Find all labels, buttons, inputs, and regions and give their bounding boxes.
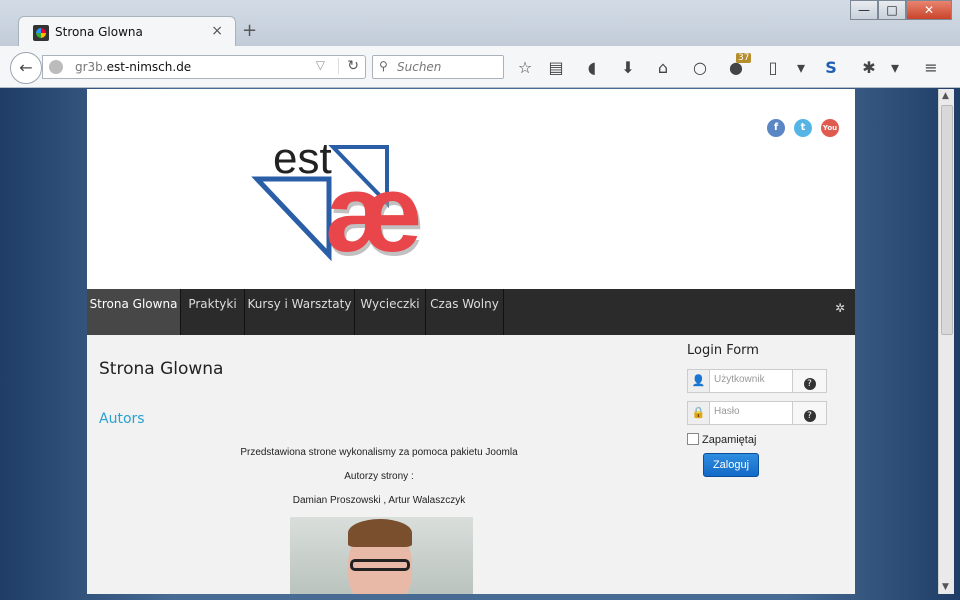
remember-checkbox[interactable] [687,433,699,445]
addon-icon[interactable]: ✱ [858,57,880,79]
help-icon[interactable]: ? [792,402,826,424]
logo-text: est [273,134,332,183]
twitter-icon[interactable]: t [794,119,812,137]
maximize-button[interactable]: □ [878,0,906,20]
url-text[interactable]: gr3b.est-nimsch.de [75,60,191,74]
reload-icon[interactable]: ↻ [338,58,359,74]
authors-names: Damian Proszowski , Artur Walaszczyk [292,495,466,506]
tab-close-icon[interactable]: × [211,23,223,39]
password-placeholder: Hasło [714,406,740,417]
photo-hair [348,519,412,547]
close-window-button[interactable]: ✕ [906,0,952,20]
skype-icon[interactable]: S [820,57,842,79]
download-icon[interactable]: ⬇ [617,57,639,79]
chat-icon[interactable]: ○ [689,57,711,79]
section-title-autors[interactable]: Autors [99,411,145,427]
help-icon[interactable]: ? [792,370,826,392]
web-page: est æ æ f t You Strona Glowna Praktyki K… [87,89,855,594]
dropdown-arrow-icon[interactable]: ▾ [884,57,906,79]
photo-glasses [350,559,410,571]
clipboard-icon[interactable]: ▯ [762,57,784,79]
notification-badge: 37 [736,53,752,63]
gear-icon[interactable]: ✲ [835,301,845,315]
search-box[interactable]: ⚲ Suchen [372,55,504,79]
search-placeholder: Suchen [397,60,442,74]
scroll-up-icon[interactable]: ▲ [942,91,949,101]
scroll-down-icon[interactable]: ▼ [942,582,949,592]
login-form: Login Form 👤 Użytkownik ? 🔒 Hasło ? Zapa… [687,343,847,483]
facebook-icon[interactable]: f [767,119,785,137]
authors-label: Autorzy strony : [344,471,414,482]
author-photo [290,517,473,594]
title-bar: Strona Glowna × + — □ ✕ [0,0,960,48]
password-field[interactable]: 🔒 Hasło ? [687,401,827,425]
search-icon: ⚲ [379,59,388,73]
pocket-icon[interactable]: ◖ [581,57,603,79]
nav-item-kursy[interactable]: Kursy i Warsztaty [245,289,355,335]
menu-icon[interactable]: ≡ [920,57,942,79]
scroll-thumb[interactable] [941,105,953,335]
browser-tab[interactable]: Strona Glowna × [18,16,236,48]
site-header: est æ æ f t You [87,89,855,289]
remember-me[interactable]: Zapamiętaj [687,433,756,446]
nav-item-strona-glowna[interactable]: Strona Glowna [87,289,181,335]
nav-item-praktyki[interactable]: Praktyki [181,289,245,335]
intro-paragraph: Przedstawiona strone wykonalismy za pomo… [240,447,518,458]
remember-label: Zapamiętaj [702,434,757,446]
tab-title: Strona Glowna [55,25,143,39]
new-tab-button[interactable]: + [242,20,257,41]
vertical-scrollbar[interactable]: ▲ ▼ [938,89,954,594]
window-controls: — □ ✕ [850,0,952,20]
user-icon: 👤 [688,370,710,392]
login-button[interactable]: Zaloguj [703,453,759,477]
back-button[interactable]: ← [10,52,42,84]
username-field[interactable]: 👤 Użytkownik ? [687,369,827,393]
username-placeholder: Użytkownik [714,374,765,385]
home-icon[interactable]: ⌂ [652,57,674,79]
url-bar[interactable]: gr3b.est-nimsch.de ▽ ↻ [42,55,366,79]
url-history-dropdown-icon[interactable]: ▽ [316,58,325,72]
page-title: Strona Glowna [99,359,224,379]
dropdown-arrow-icon[interactable]: ▾ [790,57,812,79]
bookmark-star-icon[interactable]: ☆ [514,57,536,79]
lock-icon: 🔒 [688,402,710,424]
joomla-favicon-icon [33,25,49,41]
main-nav: Strona Glowna Praktyki Kursy i Warsztaty… [87,289,855,335]
login-form-title: Login Form [687,343,759,358]
minimize-button[interactable]: — [850,0,878,20]
site-logo[interactable]: est æ æ [247,133,467,273]
nav-item-wycieczki[interactable]: Wycieczki [355,289,426,335]
nav-item-czas-wolny[interactable]: Czas Wolny [426,289,504,335]
youtube-icon[interactable]: You [821,119,839,137]
globe-icon [49,60,63,74]
bookmarks-list-icon[interactable]: ▤ [545,57,567,79]
logo-mark: æ [325,152,423,273]
browser-toolbar: ← gr3b.est-nimsch.de ▽ ↻ ⚲ Suchen ☆ ▤ ◖ … [0,46,960,88]
